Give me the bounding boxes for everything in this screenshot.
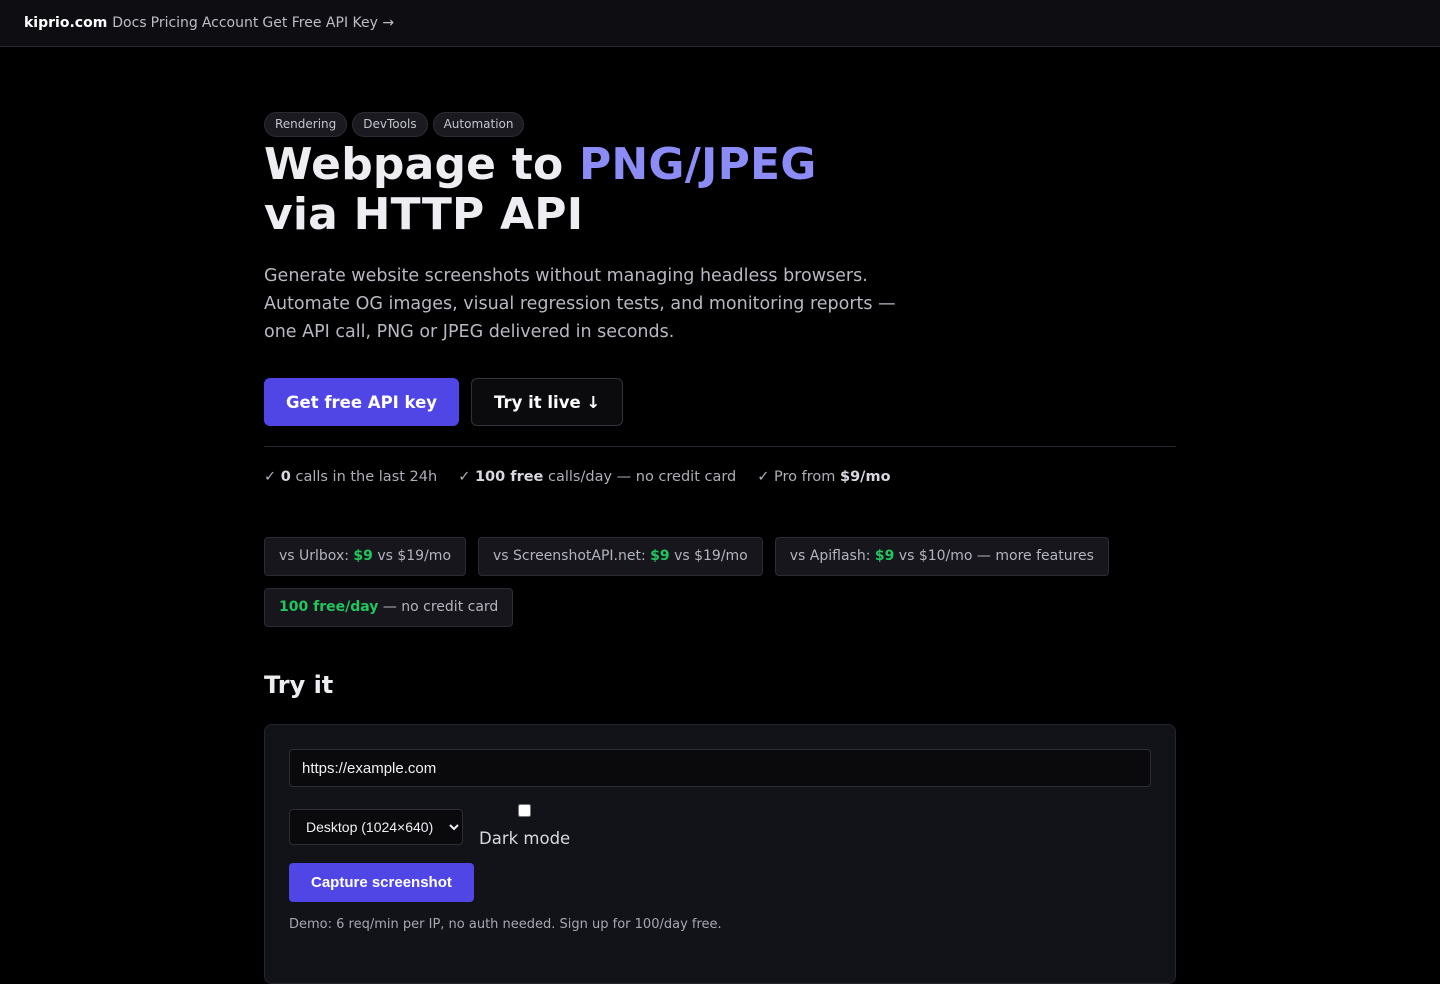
tag-rendering: Rendering: [264, 112, 348, 137]
stats-row: ✓ 0 calls in the last 24h ✓ 100 free cal…: [264, 469, 1176, 485]
demo-panel: Desktop (1024×640) Dark mode Capture scr…: [264, 724, 1176, 984]
hero-title: Webpage to PNG/JPEG via HTTP API: [264, 140, 1176, 240]
check-icon: ✓: [757, 469, 770, 485]
nav-link-account[interactable]: Account: [202, 15, 259, 31]
try-it-live-button[interactable]: Try it live ↓: [471, 378, 624, 426]
hero-title-accent: PNG/JPEG: [578, 139, 817, 190]
tag-list: Rendering DevTools Automation: [264, 112, 1176, 137]
dark-mode-label[interactable]: Dark mode: [479, 829, 570, 848]
hero-description: Generate website screenshots without man…: [264, 266, 896, 342]
dark-mode-checkbox[interactable]: [518, 804, 532, 817]
demo-note: Demo: 6 req/min per IP, no auth needed. …: [289, 917, 722, 932]
check-icon: ✓: [458, 469, 471, 485]
viewport-select[interactable]: Desktop (1024×640): [289, 809, 463, 845]
comparison-chips: vs Urlbox: $9 vs $19/mo vs ScreenshotAPI…: [264, 537, 1176, 627]
nav-link-docs[interactable]: Docs: [112, 15, 146, 31]
try-it-heading: Try it: [264, 671, 334, 699]
compare-screenshotapi: vs ScreenshotAPI.net: $9 vs $19/mo: [478, 537, 763, 576]
compare-urlbox: vs Urlbox: $9 vs $19/mo: [264, 537, 467, 576]
get-api-key-button[interactable]: Get free API key: [264, 378, 460, 426]
capture-screenshot-button[interactable]: Capture screenshot: [289, 863, 474, 902]
hero-title-line2: via HTTP API: [264, 189, 584, 240]
tag-devtools: DevTools: [352, 112, 428, 137]
compare-free-tier: 100 free/day — no credit card: [264, 588, 514, 627]
brand-logo[interactable]: kiprio.com: [24, 15, 107, 31]
options-row: Desktop (1024×640) Dark mode: [289, 804, 1151, 848]
divider: [264, 446, 1176, 447]
check-icon: ✓: [264, 469, 277, 485]
compare-apiflash: vs Apiflash: $9 vs $10/mo — more feature…: [774, 537, 1109, 576]
stat-pro: ✓ Pro from $9/mo: [757, 469, 891, 485]
nav-link-pricing[interactable]: Pricing: [151, 15, 198, 31]
dark-mode-toggle: Dark mode: [479, 804, 570, 848]
cta-row: Get free API key Try it live ↓: [264, 378, 1176, 426]
top-nav: kiprio.com Docs Pricing Account Get Free…: [0, 0, 1440, 47]
hero-title-part1: Webpage to: [264, 139, 579, 190]
tag-automation: Automation: [432, 112, 525, 137]
url-input[interactable]: [289, 749, 1151, 787]
nav-link-get-api-key[interactable]: Get Free API Key →: [262, 15, 394, 31]
stat-free: ✓ 100 free calls/day — no credit card: [458, 469, 737, 485]
hero-section: Rendering DevTools Automation Webpage to…: [264, 112, 1176, 984]
stat-calls: ✓ 0 calls in the last 24h: [264, 469, 438, 485]
